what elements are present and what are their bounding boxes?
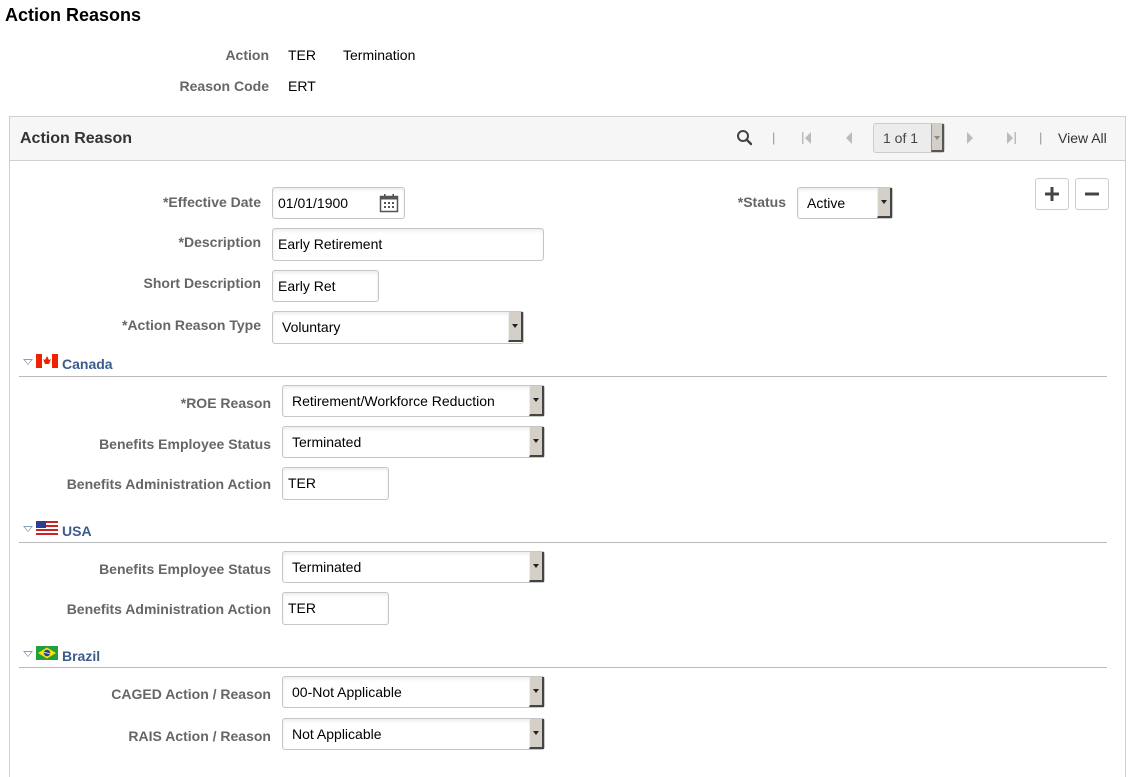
short-description-value: Early Ret [278,278,336,294]
section-usa[interactable]: USA [62,523,92,539]
canada-benefits-employee-status-value: Terminated [292,434,362,450]
caged-select[interactable]: 00-Not Applicable [282,676,545,708]
chevron-down-icon[interactable] [529,719,544,749]
usa-benefits-admin-action-value: TER [288,600,316,616]
usa-benefits-employee-status-value: Terminated [292,559,362,575]
canada-benefits-admin-action-field[interactable]: TER [282,467,389,500]
short-description-label: Short Description [143,275,261,291]
action-label: Action [225,47,269,63]
calendar-icon[interactable] [379,193,399,213]
caged-label: CAGED Action / Reason [111,686,271,702]
minus-icon [1085,192,1099,196]
section-divider [19,542,1107,543]
usa-benefits-employee-status-select[interactable]: Terminated [282,551,545,583]
search-icon[interactable] [736,129,754,147]
usa-benefits-admin-action-label: Benefits Administration Action [66,601,271,617]
rais-value: Not Applicable [292,726,382,742]
roe-reason-value: Retirement/Workforce Reduction [292,393,495,409]
canada-benefits-admin-action-label: Benefits Administration Action [66,476,271,492]
chevron-down-icon[interactable] [529,677,544,707]
panel-title: Action Reason [20,130,133,147]
reason-code: ERT [288,78,316,94]
canada-flag-icon [36,354,58,368]
canada-benefits-employee-status-select[interactable]: Terminated [282,426,545,458]
chevron-down-icon[interactable] [529,427,544,457]
nav-separator: | [772,130,776,145]
chevron-down-icon[interactable] [529,552,544,582]
section-divider [19,667,1107,668]
action-reason-type-label: *Action Reason Type [122,317,261,333]
description-field[interactable]: Early Retirement [272,228,544,261]
page-title: Action Reasons [5,5,142,25]
panel-header: Action Reason | 1 of 1 | View All [10,117,1125,161]
effective-date-value: 01/01/1900 [278,195,349,211]
section-canada[interactable]: Canada [62,356,113,372]
last-page-icon[interactable] [1005,131,1017,145]
section-brazil[interactable]: Brazil [62,648,100,664]
first-page-icon[interactable] [801,131,813,145]
page-selector[interactable]: 1 of 1 [873,123,945,153]
short-description-field[interactable]: Early Ret [272,270,379,302]
chevron-down-icon[interactable] [508,312,523,342]
previous-icon[interactable] [844,131,854,145]
next-icon[interactable] [965,131,975,145]
caged-value: 00-Not Applicable [292,684,402,700]
description-label: *Description [178,234,261,250]
view-all-link[interactable]: View All [1058,130,1107,146]
chevron-down-icon[interactable] [529,386,544,416]
action-code: TER [288,47,316,63]
add-row-button[interactable] [1035,178,1069,210]
status-value: Active [807,195,846,211]
effective-date-label: *Effective Date [162,194,261,210]
action-reason-type-select[interactable]: Voluntary [272,311,524,344]
roe-reason-label: *ROE Reason [180,395,271,411]
section-divider [19,376,1107,377]
delete-row-button[interactable] [1075,178,1109,210]
canada-benefits-employee-status-label: Benefits Employee Status [99,436,271,452]
status-label: *Status [737,194,786,210]
usa-flag-icon [36,521,58,535]
usa-benefits-admin-action-field[interactable]: TER [282,592,389,625]
action-reason-type-value: Voluntary [282,319,341,335]
pager-text: 1 of 1 [883,130,919,146]
collapse-usa-icon[interactable] [23,526,33,532]
usa-benefits-employee-status-label: Benefits Employee Status [99,561,271,577]
action-description: Termination [343,47,416,63]
chevron-down-icon[interactable] [931,124,944,152]
rais-label: RAIS Action / Reason [128,728,271,744]
collapse-brazil-icon[interactable] [23,651,33,657]
collapse-canada-icon[interactable] [23,359,33,365]
reason-code-label: Reason Code [179,78,269,94]
description-value: Early Retirement [278,236,383,252]
roe-reason-select[interactable]: Retirement/Workforce Reduction [282,385,545,417]
plus-icon [1045,187,1059,201]
canada-benefits-admin-action-value: TER [288,475,316,491]
nav-separator: | [1039,130,1043,145]
chevron-down-icon[interactable] [877,188,892,218]
status-select[interactable]: Active [797,187,893,219]
brazil-flag-icon [36,646,58,660]
rais-select[interactable]: Not Applicable [282,718,545,750]
